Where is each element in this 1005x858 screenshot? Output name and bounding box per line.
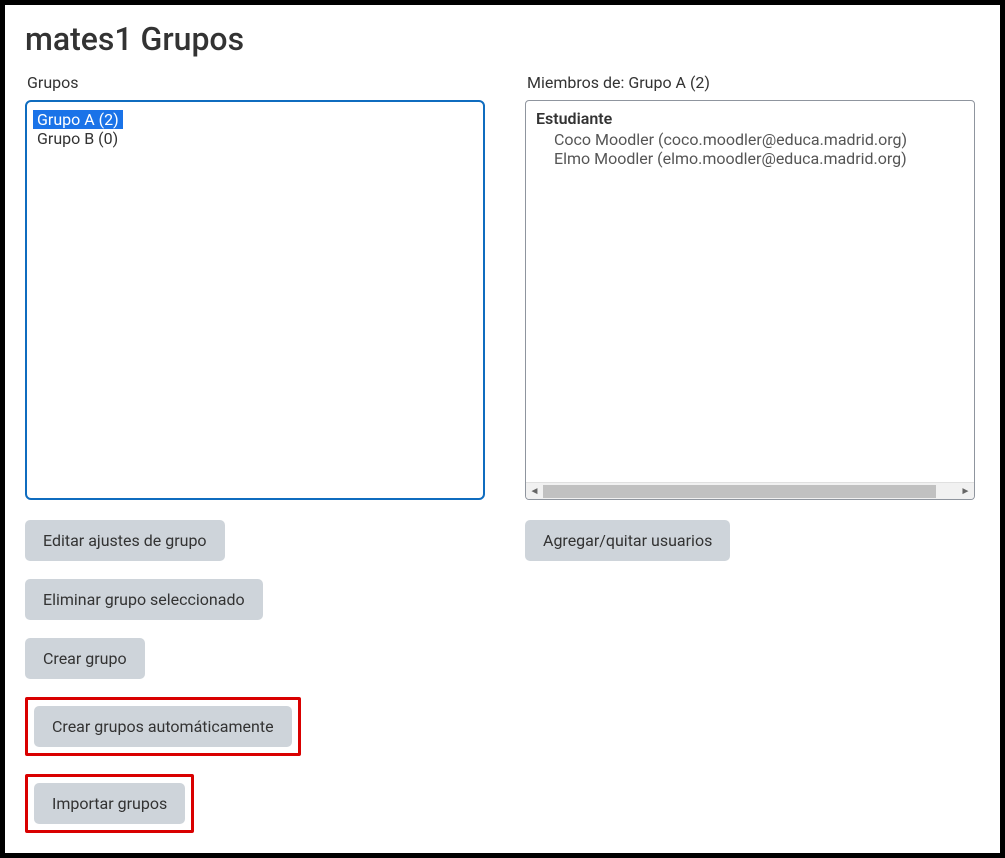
groups-listbox[interactable]: Grupo A (2) Grupo B (0) [25,100,485,500]
delete-selected-group-button[interactable]: Eliminar grupo seleccionado [25,579,263,620]
auto-create-groups-button[interactable]: Crear grupos automáticamente [34,706,292,747]
role-label: Estudiante [530,109,970,128]
groups-label: Grupos [25,73,485,92]
page-title: mates1 Grupos [25,20,980,58]
members-label: Miembros de: Grupo A (2) [525,73,975,92]
add-remove-users-button[interactable]: Agregar/quitar usuarios [525,520,730,561]
members-column: Miembros de: Grupo A (2) Estudiante Coco… [525,73,975,833]
scroll-left-arrow-icon[interactable]: ◄ [526,483,543,500]
highlight-auto-create: Crear grupos automáticamente [25,697,301,756]
group-option[interactable]: Grupo B (0) [33,128,122,149]
highlight-import: Importar grupos [25,774,194,833]
member-option[interactable]: Elmo Moodler (elmo.moodler@educa.madrid.… [530,149,970,168]
import-groups-button[interactable]: Importar grupos [34,783,185,824]
scroll-right-arrow-icon[interactable]: ► [957,483,974,500]
scrollbar-thumb[interactable] [543,485,936,498]
horizontal-scrollbar[interactable]: ◄ ► [526,482,974,499]
groups-column: Grupos Grupo A (2) Grupo B (0) Editar aj… [25,73,485,833]
scrollbar-track[interactable] [543,483,957,500]
group-option[interactable]: Grupo A (2) [33,110,123,129]
edit-group-settings-button[interactable]: Editar ajustes de grupo [25,520,225,561]
member-option[interactable]: Coco Moodler (coco.moodler@educa.madrid.… [530,130,970,149]
members-listbox[interactable]: Estudiante Coco Moodler (coco.moodler@ed… [525,100,975,500]
create-group-button[interactable]: Crear grupo [25,638,145,679]
